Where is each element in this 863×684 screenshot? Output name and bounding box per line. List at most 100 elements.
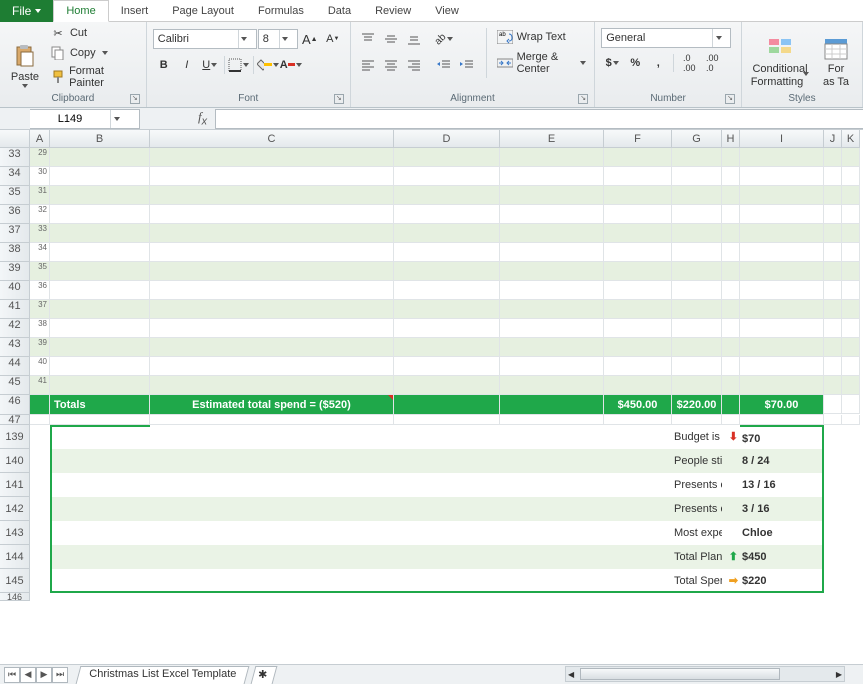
- font-name-combo[interactable]: Calibri: [153, 29, 257, 49]
- cell[interactable]: [824, 300, 842, 319]
- name-box[interactable]: [30, 109, 140, 129]
- cell[interactable]: [672, 281, 722, 300]
- cell[interactable]: [824, 497, 842, 521]
- data-tab[interactable]: Data: [316, 0, 363, 22]
- cell[interactable]: [394, 205, 500, 224]
- cell[interactable]: [30, 593, 50, 601]
- cell[interactable]: [842, 243, 860, 262]
- cell[interactable]: [50, 545, 150, 569]
- cell[interactable]: 141: [0, 473, 30, 497]
- cell[interactable]: [740, 376, 824, 395]
- cell[interactable]: [150, 521, 394, 545]
- cell[interactable]: [50, 473, 150, 497]
- cell[interactable]: 41: [0, 300, 30, 319]
- cell[interactable]: [722, 262, 740, 281]
- cell[interactable]: Budget is currently: [672, 425, 722, 449]
- cell[interactable]: A: [30, 130, 50, 148]
- cell[interactable]: 145: [0, 569, 30, 593]
- cell[interactable]: [824, 319, 842, 338]
- number-dialog-launcher[interactable]: ↘: [725, 94, 735, 104]
- cell[interactable]: [842, 425, 860, 449]
- cell[interactable]: [394, 425, 500, 449]
- cell[interactable]: 35: [0, 186, 30, 205]
- cell[interactable]: [604, 593, 672, 601]
- font-dialog-launcher[interactable]: ↘: [334, 94, 344, 104]
- cell[interactable]: [50, 224, 150, 243]
- cell[interactable]: 37: [0, 224, 30, 243]
- cell[interactable]: [824, 415, 842, 425]
- cell[interactable]: [30, 449, 50, 473]
- scroll-thumb[interactable]: [580, 668, 780, 680]
- cell[interactable]: [842, 415, 860, 425]
- cell[interactable]: [394, 262, 500, 281]
- cell[interactable]: [722, 148, 740, 167]
- cell[interactable]: 45: [0, 376, 30, 395]
- cell[interactable]: [740, 281, 824, 300]
- cell[interactable]: [672, 376, 722, 395]
- cell[interactable]: [394, 338, 500, 357]
- cell[interactable]: [740, 415, 824, 425]
- align-top-button[interactable]: [357, 28, 379, 50]
- cell[interactable]: [30, 425, 50, 449]
- cell[interactable]: 38: [0, 243, 30, 262]
- cell[interactable]: 47: [0, 415, 30, 425]
- cell[interactable]: [500, 224, 604, 243]
- cell[interactable]: [50, 415, 150, 425]
- home-tab[interactable]: Home: [53, 0, 108, 22]
- cell[interactable]: [824, 224, 842, 243]
- cell[interactable]: [30, 521, 50, 545]
- decrease-indent-button[interactable]: [433, 54, 455, 76]
- cell[interactable]: $220.00: [672, 395, 722, 415]
- cell[interactable]: 46: [0, 395, 30, 415]
- wrap-text-button[interactable]: abWrap Text: [495, 28, 589, 46]
- cell[interactable]: [604, 357, 672, 376]
- cell[interactable]: [150, 473, 394, 497]
- cell[interactable]: [842, 262, 860, 281]
- cell[interactable]: $450.00: [604, 395, 672, 415]
- cell[interactable]: [672, 593, 722, 601]
- cell[interactable]: 37: [30, 300, 50, 319]
- cell[interactable]: [30, 545, 50, 569]
- formulas-tab[interactable]: Formulas: [246, 0, 316, 22]
- cell[interactable]: [672, 243, 722, 262]
- cell[interactable]: [604, 319, 672, 338]
- cell[interactable]: [722, 167, 740, 186]
- cell[interactable]: [150, 376, 394, 395]
- clipboard-dialog-launcher[interactable]: ↘: [130, 94, 140, 104]
- name-box-input[interactable]: [30, 113, 110, 125]
- cell[interactable]: [842, 593, 860, 601]
- paste-button[interactable]: Paste: [6, 24, 44, 88]
- cell[interactable]: 43: [0, 338, 30, 357]
- cell[interactable]: [500, 415, 604, 425]
- cell[interactable]: [50, 167, 150, 186]
- cell[interactable]: [604, 425, 672, 449]
- cell[interactable]: People still to buy for: [672, 449, 722, 473]
- insert-tab[interactable]: Insert: [109, 0, 161, 22]
- cell[interactable]: [672, 205, 722, 224]
- cell[interactable]: [842, 473, 860, 497]
- cell[interactable]: [842, 281, 860, 300]
- cell[interactable]: [500, 186, 604, 205]
- cell[interactable]: 40: [30, 357, 50, 376]
- cell[interactable]: [604, 376, 672, 395]
- cell[interactable]: [722, 300, 740, 319]
- sheet-nav-last[interactable]: ⏭: [52, 667, 68, 683]
- cell[interactable]: [722, 497, 740, 521]
- cell[interactable]: [500, 167, 604, 186]
- cell[interactable]: [150, 167, 394, 186]
- cell[interactable]: [394, 569, 500, 593]
- view-tab[interactable]: View: [423, 0, 471, 22]
- cell[interactable]: [740, 593, 824, 601]
- cell[interactable]: [50, 300, 150, 319]
- cell[interactable]: 142: [0, 497, 30, 521]
- cell[interactable]: 143: [0, 521, 30, 545]
- cell[interactable]: [604, 205, 672, 224]
- format-as-table-button[interactable]: For as Ta: [816, 24, 856, 88]
- cell[interactable]: [50, 319, 150, 338]
- cell[interactable]: H: [722, 130, 740, 148]
- sheet-nav-prev[interactable]: ◀: [20, 667, 36, 683]
- cell[interactable]: [500, 262, 604, 281]
- cell[interactable]: [30, 569, 50, 593]
- cell[interactable]: 34: [0, 167, 30, 186]
- cell[interactable]: [842, 497, 860, 521]
